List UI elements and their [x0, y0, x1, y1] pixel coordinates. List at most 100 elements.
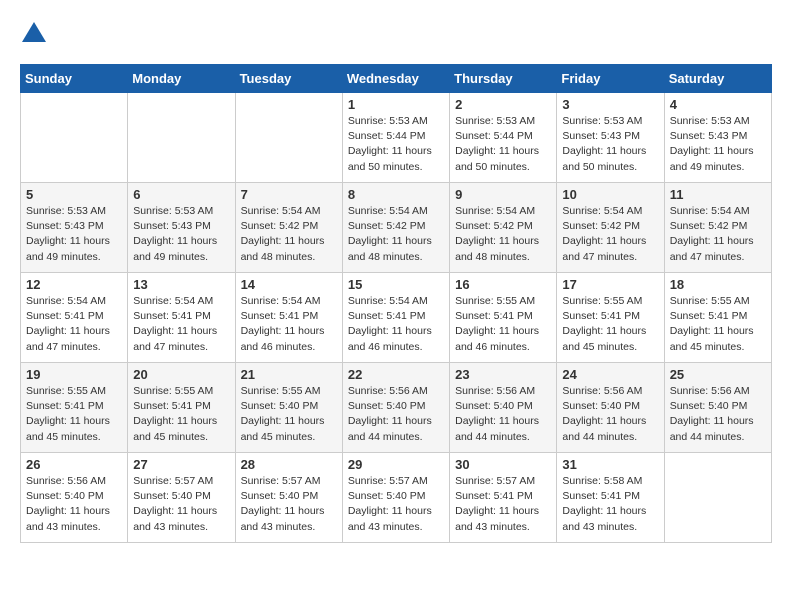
day-info: Sunrise: 5:55 AM Sunset: 5:41 PM Dayligh… — [455, 294, 551, 355]
page-header — [20, 20, 772, 48]
day-info: Sunrise: 5:54 AM Sunset: 5:42 PM Dayligh… — [670, 204, 766, 265]
calendar-cell: 15 Sunrise: 5:54 AM Sunset: 5:41 PM Dayli… — [342, 273, 449, 363]
calendar-cell: 3 Sunrise: 5:53 AM Sunset: 5:43 PM Daylig… — [557, 93, 664, 183]
day-number: 7 — [241, 187, 337, 202]
day-info: Sunrise: 5:54 AM Sunset: 5:42 PM Dayligh… — [348, 204, 444, 265]
day-number: 17 — [562, 277, 658, 292]
day-info: Sunrise: 5:55 AM Sunset: 5:41 PM Dayligh… — [26, 384, 122, 445]
calendar-week-4: 19 Sunrise: 5:55 AM Sunset: 5:41 PM Dayli… — [21, 363, 772, 453]
day-number: 23 — [455, 367, 551, 382]
day-info: Sunrise: 5:54 AM Sunset: 5:42 PM Dayligh… — [562, 204, 658, 265]
calendar-table: SundayMondayTuesdayWednesdayThursdayFrid… — [20, 64, 772, 543]
calendar-cell: 4 Sunrise: 5:53 AM Sunset: 5:43 PM Daylig… — [664, 93, 771, 183]
day-number: 8 — [348, 187, 444, 202]
calendar-cell — [21, 93, 128, 183]
day-number: 26 — [26, 457, 122, 472]
calendar-cell: 24 Sunrise: 5:56 AM Sunset: 5:40 PM Dayli… — [557, 363, 664, 453]
day-number: 16 — [455, 277, 551, 292]
calendar-cell: 5 Sunrise: 5:53 AM Sunset: 5:43 PM Daylig… — [21, 183, 128, 273]
calendar-cell: 21 Sunrise: 5:55 AM Sunset: 5:40 PM Dayli… — [235, 363, 342, 453]
day-info: Sunrise: 5:57 AM Sunset: 5:40 PM Dayligh… — [348, 474, 444, 535]
day-number: 29 — [348, 457, 444, 472]
day-info: Sunrise: 5:57 AM Sunset: 5:40 PM Dayligh… — [133, 474, 229, 535]
day-info: Sunrise: 5:53 AM Sunset: 5:43 PM Dayligh… — [562, 114, 658, 175]
day-info: Sunrise: 5:56 AM Sunset: 5:40 PM Dayligh… — [562, 384, 658, 445]
day-info: Sunrise: 5:56 AM Sunset: 5:40 PM Dayligh… — [348, 384, 444, 445]
day-number: 21 — [241, 367, 337, 382]
calendar-cell: 26 Sunrise: 5:56 AM Sunset: 5:40 PM Dayli… — [21, 453, 128, 543]
calendar-cell: 18Sunrise: 5:55 AM Sunset: 5:41 PM Dayli… — [664, 273, 771, 363]
day-number: 31 — [562, 457, 658, 472]
col-header-tuesday: Tuesday — [235, 65, 342, 93]
calendar-cell: 31 Sunrise: 5:58 AM Sunset: 5:41 PM Dayli… — [557, 453, 664, 543]
logo — [20, 20, 52, 48]
logo-icon — [20, 20, 48, 48]
calendar-week-2: 5 Sunrise: 5:53 AM Sunset: 5:43 PM Daylig… — [21, 183, 772, 273]
calendar-cell: 17 Sunrise: 5:55 AM Sunset: 5:41 PM Dayli… — [557, 273, 664, 363]
calendar-cell: 12 Sunrise: 5:54 AM Sunset: 5:41 PM Dayli… — [21, 273, 128, 363]
day-number: 27 — [133, 457, 229, 472]
day-info: Sunrise: 5:56 AM Sunset: 5:40 PM Dayligh… — [26, 474, 122, 535]
day-number: 11 — [670, 187, 766, 202]
calendar-week-1: 1 Sunrise: 5:53 AM Sunset: 5:44 PM Daylig… — [21, 93, 772, 183]
day-info: Sunrise: 5:57 AM Sunset: 5:41 PM Dayligh… — [455, 474, 551, 535]
day-number: 1 — [348, 97, 444, 112]
day-info: Sunrise: 5:55 AM Sunset: 5:41 PM Dayligh… — [670, 294, 766, 355]
calendar-cell — [128, 93, 235, 183]
calendar-cell — [235, 93, 342, 183]
calendar-cell: 9Sunrise: 5:54 AM Sunset: 5:42 PM Daylig… — [450, 183, 557, 273]
calendar-cell: 13Sunrise: 5:54 AM Sunset: 5:41 PM Dayli… — [128, 273, 235, 363]
day-info: Sunrise: 5:56 AM Sunset: 5:40 PM Dayligh… — [670, 384, 766, 445]
day-info: Sunrise: 5:54 AM Sunset: 5:41 PM Dayligh… — [26, 294, 122, 355]
day-number: 30 — [455, 457, 551, 472]
calendar-cell: 1 Sunrise: 5:53 AM Sunset: 5:44 PM Daylig… — [342, 93, 449, 183]
day-info: Sunrise: 5:55 AM Sunset: 5:41 PM Dayligh… — [133, 384, 229, 445]
day-number: 5 — [26, 187, 122, 202]
col-header-saturday: Saturday — [664, 65, 771, 93]
day-number: 22 — [348, 367, 444, 382]
day-number: 6 — [133, 187, 229, 202]
day-info: Sunrise: 5:54 AM Sunset: 5:42 PM Dayligh… — [241, 204, 337, 265]
calendar-cell: 19 Sunrise: 5:55 AM Sunset: 5:41 PM Dayli… — [21, 363, 128, 453]
calendar-cell: 22 Sunrise: 5:56 AM Sunset: 5:40 PM Dayli… — [342, 363, 449, 453]
day-info: Sunrise: 5:57 AM Sunset: 5:40 PM Dayligh… — [241, 474, 337, 535]
calendar-cell: 11 Sunrise: 5:54 AM Sunset: 5:42 PM Dayli… — [664, 183, 771, 273]
day-number: 12 — [26, 277, 122, 292]
col-header-wednesday: Wednesday — [342, 65, 449, 93]
day-number: 15 — [348, 277, 444, 292]
calendar-cell: 27 Sunrise: 5:57 AM Sunset: 5:40 PM Dayli… — [128, 453, 235, 543]
day-info: Sunrise: 5:53 AM Sunset: 5:43 PM Dayligh… — [670, 114, 766, 175]
col-header-thursday: Thursday — [450, 65, 557, 93]
day-number: 25 — [670, 367, 766, 382]
calendar-cell: 16 Sunrise: 5:55 AM Sunset: 5:41 PM Dayli… — [450, 273, 557, 363]
day-number: 19 — [26, 367, 122, 382]
day-number: 4 — [670, 97, 766, 112]
day-info: Sunrise: 5:54 AM Sunset: 5:41 PM Dayligh… — [348, 294, 444, 355]
calendar-cell: 2Sunrise: 5:53 AM Sunset: 5:44 PM Daylig… — [450, 93, 557, 183]
calendar-cell — [664, 453, 771, 543]
day-info: Sunrise: 5:53 AM Sunset: 5:44 PM Dayligh… — [348, 114, 444, 175]
day-info: Sunrise: 5:58 AM Sunset: 5:41 PM Dayligh… — [562, 474, 658, 535]
day-info: Sunrise: 5:53 AM Sunset: 5:43 PM Dayligh… — [26, 204, 122, 265]
day-info: Sunrise: 5:53 AM Sunset: 5:43 PM Dayligh… — [133, 204, 229, 265]
calendar-cell: 23Sunrise: 5:56 AM Sunset: 5:40 PM Dayli… — [450, 363, 557, 453]
calendar-cell: 7 Sunrise: 5:54 AM Sunset: 5:42 PM Daylig… — [235, 183, 342, 273]
calendar-week-5: 26 Sunrise: 5:56 AM Sunset: 5:40 PM Dayli… — [21, 453, 772, 543]
calendar-cell: 14Sunrise: 5:54 AM Sunset: 5:41 PM Dayli… — [235, 273, 342, 363]
col-header-monday: Monday — [128, 65, 235, 93]
day-number: 24 — [562, 367, 658, 382]
day-number: 3 — [562, 97, 658, 112]
calendar-cell: 8 Sunrise: 5:54 AM Sunset: 5:42 PM Daylig… — [342, 183, 449, 273]
day-info: Sunrise: 5:54 AM Sunset: 5:41 PM Dayligh… — [133, 294, 229, 355]
day-info: Sunrise: 5:55 AM Sunset: 5:40 PM Dayligh… — [241, 384, 337, 445]
day-number: 2 — [455, 97, 551, 112]
day-number: 9 — [455, 187, 551, 202]
day-number: 10 — [562, 187, 658, 202]
calendar-cell: 20Sunrise: 5:55 AM Sunset: 5:41 PM Dayli… — [128, 363, 235, 453]
calendar-cell: 30 Sunrise: 5:57 AM Sunset: 5:41 PM Dayli… — [450, 453, 557, 543]
calendar-cell: 6 Sunrise: 5:53 AM Sunset: 5:43 PM Daylig… — [128, 183, 235, 273]
day-info: Sunrise: 5:55 AM Sunset: 5:41 PM Dayligh… — [562, 294, 658, 355]
day-number: 28 — [241, 457, 337, 472]
calendar-cell: 25 Sunrise: 5:56 AM Sunset: 5:40 PM Dayli… — [664, 363, 771, 453]
calendar-cell: 10 Sunrise: 5:54 AM Sunset: 5:42 PM Dayli… — [557, 183, 664, 273]
